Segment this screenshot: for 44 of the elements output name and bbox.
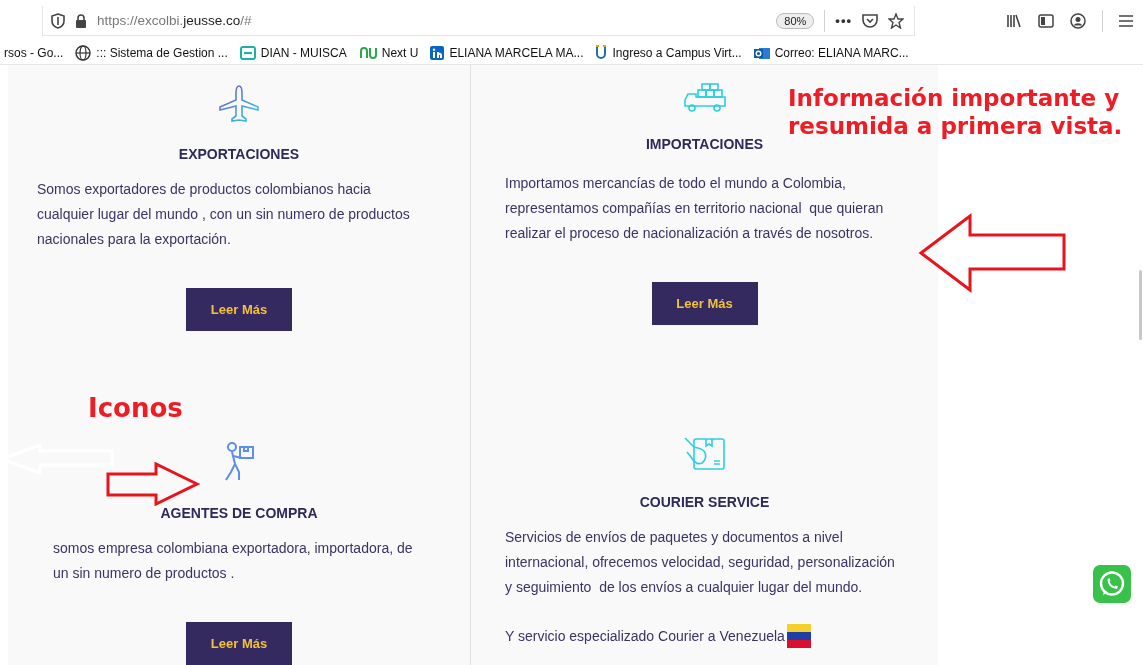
library-icon[interactable] [1006, 14, 1022, 28]
bookmark[interactable]: ELIANA MARCELA MA... [430, 46, 584, 60]
bookmark[interactable]: Ingreso a Campus Virt... [595, 45, 742, 61]
bookmark-icon [595, 45, 608, 61]
pocket-icon[interactable] [862, 13, 878, 28]
service-description: Importamos mercancías de todo el mundo a Colombia, representamos compañías en territorio nacional que quieran realizar el proceso de nacionalización a través de nosotros. [504, 174, 885, 243]
truck-icon [683, 83, 726, 113]
bookmark[interactable]: ::: Sistema de Gestion ... [75, 45, 228, 61]
url-text: https://excolbi.jeusse.co/# [97, 13, 253, 28]
lock-icon [75, 13, 87, 28]
service-description: somos empresa colombiana exportadora, importadora, de un sin numero de productos . [52, 539, 414, 583]
airplane-icon [218, 85, 260, 123]
star-icon[interactable] [888, 12, 904, 29]
outlook-icon [753, 45, 770, 61]
sidebar-icon[interactable] [1038, 14, 1054, 28]
service-description: Somos exportadores de productos colombianos hacia cualquier lugar del mundo , con un sin numero de productos nacionales para la exportación. [36, 180, 411, 249]
service-title: COURIER SERVICE [639, 493, 770, 511]
account-icon[interactable] [1070, 13, 1086, 29]
bookmark[interactable]: DIAN - MUISCA [239, 46, 347, 60]
annotation-text: Iconos [88, 392, 183, 424]
bookmark-icon [358, 47, 377, 59]
zoom-badge[interactable]: 80% [776, 12, 815, 29]
shield-icon[interactable] [51, 12, 65, 29]
service-description: Servicios de envíos de paquetes y documentos a nivel internacional, ofrecemos velocidad, seguridad, personalización y seguimiento de los envíos a cualquier lugar del mundo. [504, 528, 896, 597]
address-bar[interactable]: https://excolbi.jeusse.co/# 80% ••• [42, 6, 915, 36]
bookmark-icon [239, 46, 256, 60]
delivery-person-icon [223, 442, 255, 482]
linkedin-icon [430, 46, 445, 60]
service-description: Y servicio especializado Courier a Venezuela [504, 627, 785, 646]
more-button[interactable]: ••• [835, 13, 852, 28]
read-more-button[interactable]: Leer Más [186, 288, 292, 331]
scrollbar-thumb[interactable] [1139, 270, 1142, 340]
globe-icon [75, 45, 92, 61]
annotation-text: Información importante y resumida a primera vista. [788, 84, 1123, 140]
read-more-button[interactable]: Leer Más [651, 282, 758, 325]
menu-icon[interactable] [1119, 15, 1133, 27]
read-more-button[interactable]: Leer Más [186, 622, 292, 665]
service-title: IMPORTACIONES [645, 135, 764, 153]
bookmark[interactable]: Next U [358, 46, 419, 60]
hand-box-icon [683, 437, 726, 471]
service-title: AGENTES DE COMPRA [160, 504, 318, 522]
bookmark[interactable]: rsos - Go... [4, 46, 64, 60]
bookmark[interactable]: Correo: ELIANA MARC... [753, 45, 909, 61]
service-title: EXPORTACIONES [178, 145, 300, 163]
